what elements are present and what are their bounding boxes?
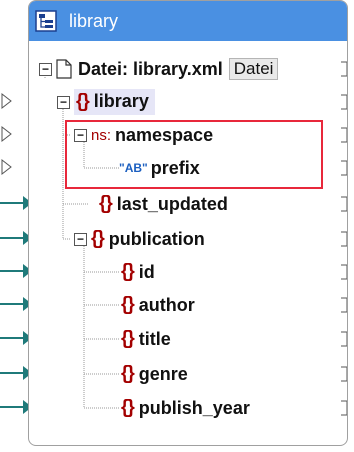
node-label: publication bbox=[108, 228, 205, 249]
element-icon: {} bbox=[121, 261, 135, 282]
output-connector-id bbox=[341, 264, 347, 280]
collapse-toggle[interactable]: − bbox=[74, 232, 87, 246]
file-button[interactable]: Datei bbox=[228, 58, 279, 80]
tree-node-genre[interactable]: {} genre bbox=[121, 359, 188, 389]
element-icon: {} bbox=[76, 91, 90, 112]
mapping-component[interactable]: library − Datei: library.xml Datei − {} … bbox=[28, 0, 348, 446]
element-icon: {} bbox=[91, 228, 105, 249]
output-connector-author bbox=[341, 297, 347, 313]
collapse-toggle[interactable]: − bbox=[57, 95, 70, 109]
node-label: genre bbox=[138, 363, 188, 384]
output-connector-file bbox=[341, 61, 347, 77]
output-connector-last-updated bbox=[341, 196, 347, 212]
output-connector-publication bbox=[341, 231, 347, 247]
tree-node-id[interactable]: {} id bbox=[121, 257, 155, 287]
element-icon: {} bbox=[99, 193, 113, 214]
node-label: author bbox=[138, 294, 195, 315]
file-label: Datei: library.xml bbox=[78, 58, 223, 79]
node-label: last_updated bbox=[116, 193, 228, 214]
file-icon bbox=[56, 59, 72, 79]
element-icon: {} bbox=[121, 294, 135, 315]
node-label: publish_year bbox=[138, 397, 250, 418]
tree-node-title[interactable]: {} title bbox=[121, 324, 171, 354]
output-connector-publish-year bbox=[341, 400, 347, 416]
element-icon: {} bbox=[121, 328, 135, 349]
tree-node-publish-year[interactable]: {} publish_year bbox=[121, 393, 250, 423]
tree-node-publication[interactable]: − {} publication bbox=[74, 224, 205, 254]
namespace-highlight-box bbox=[65, 120, 323, 189]
node-label: library bbox=[93, 91, 149, 111]
file-row[interactable]: − Datei: library.xml Datei bbox=[39, 54, 279, 84]
input-connector-namespace[interactable] bbox=[1, 125, 12, 143]
element-icon: {} bbox=[121, 363, 135, 384]
node-label: title bbox=[138, 328, 171, 349]
input-connector-prefix[interactable] bbox=[1, 158, 12, 176]
input-connector-library[interactable] bbox=[1, 92, 12, 110]
node-label: id bbox=[138, 261, 155, 282]
element-icon: {} bbox=[121, 397, 135, 418]
output-connector-namespace bbox=[341, 127, 347, 143]
tree-node-author[interactable]: {} author bbox=[121, 290, 195, 320]
tree-node-library[interactable]: − {} library bbox=[57, 87, 155, 117]
collapse-toggle[interactable]: − bbox=[39, 62, 52, 76]
output-connector-prefix bbox=[341, 160, 347, 176]
output-connector-genre bbox=[341, 366, 347, 382]
tree-node-last-updated[interactable]: {} last_updated bbox=[99, 189, 228, 219]
library-node-highlight: {} library bbox=[74, 89, 155, 115]
output-connector-library bbox=[341, 94, 347, 110]
output-connector-title bbox=[341, 331, 347, 347]
